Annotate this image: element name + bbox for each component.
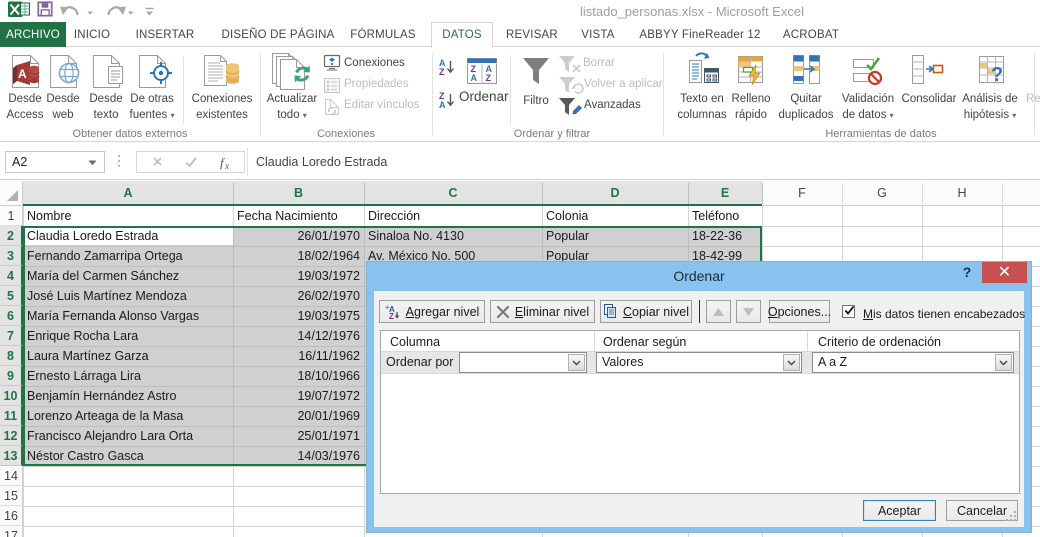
- svg-text:A: A: [18, 67, 27, 81]
- svg-text:?: ?: [991, 64, 1003, 86]
- svg-text:Z: Z: [389, 312, 394, 320]
- svg-text:A: A: [471, 73, 478, 83]
- svg-text:Z: Z: [439, 67, 445, 77]
- svg-text:A: A: [439, 100, 446, 110]
- svg-text:Z: Z: [486, 73, 492, 83]
- svg-text:x: x: [224, 161, 229, 171]
